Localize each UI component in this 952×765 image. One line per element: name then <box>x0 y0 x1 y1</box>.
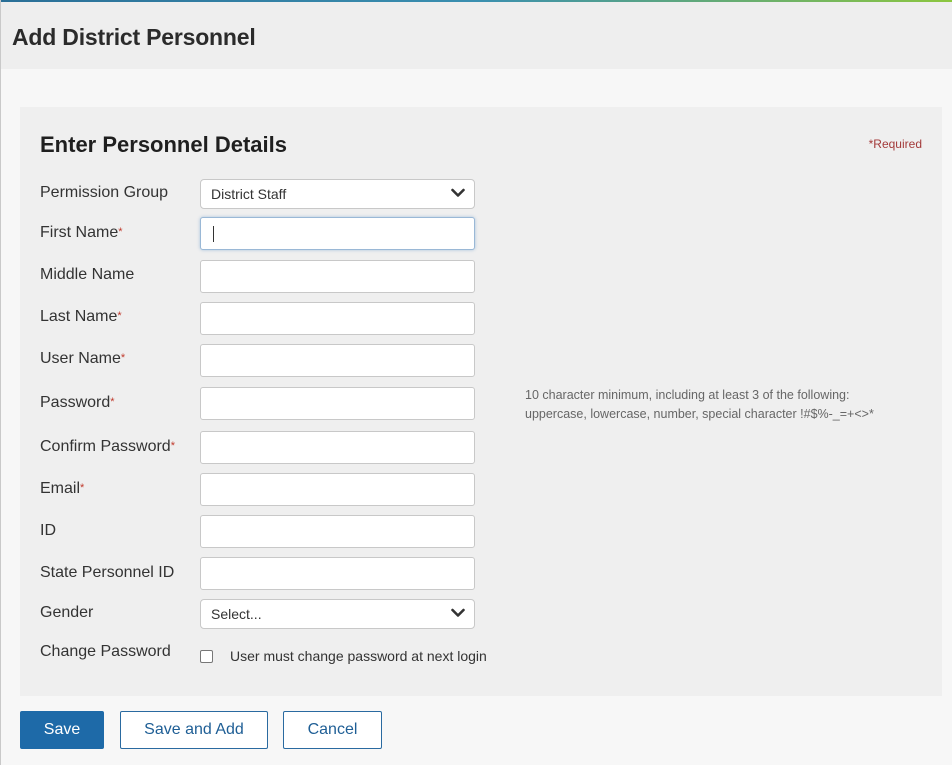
section-title: Enter Personnel Details <box>40 132 287 157</box>
last-name-label: Last Name* <box>40 308 122 326</box>
password-label: Password* <box>40 394 115 412</box>
confirm-password-label-text: Confirm Password <box>40 438 171 455</box>
first-name-label: First Name* <box>40 224 123 242</box>
permission-group-select[interactable]: District Staff <box>200 179 475 209</box>
change-password-label: Change Password <box>40 643 171 660</box>
middle-name-label: Middle Name <box>40 266 135 283</box>
middle-name-input[interactable] <box>200 260 475 293</box>
page-title: Add District Personnel <box>12 24 256 50</box>
confirm-password-label: Confirm Password* <box>40 438 175 456</box>
password-input[interactable] <box>200 387 475 420</box>
required-label: Required <box>873 137 922 151</box>
password-hint-line-2: uppercase, lowercase, number, special ch… <box>525 407 874 421</box>
change-password-checkbox[interactable] <box>200 650 213 663</box>
required-marker: * <box>170 440 175 452</box>
id-label: ID <box>40 522 56 539</box>
required-note: *Required <box>869 137 922 151</box>
last-name-input[interactable] <box>200 302 475 335</box>
save-and-add-button[interactable]: Save and Add <box>120 711 268 749</box>
user-name-label: User Name* <box>40 350 125 368</box>
first-name-input[interactable] <box>200 217 475 250</box>
state-personnel-id-label: State Personnel ID <box>40 564 175 581</box>
email-label: Email* <box>40 480 84 498</box>
id-input[interactable] <box>200 515 475 548</box>
required-marker: * <box>120 352 126 364</box>
chevron-down-icon <box>451 188 465 197</box>
gender-label: Gender <box>40 604 94 621</box>
confirm-password-input[interactable] <box>200 431 475 464</box>
user-name-input[interactable] <box>200 344 475 377</box>
required-marker: * <box>80 482 85 494</box>
required-marker: * <box>118 226 123 238</box>
state-personnel-id-input[interactable] <box>200 557 475 590</box>
chevron-down-icon <box>451 608 465 617</box>
first-name-label-text: First Name <box>40 224 119 241</box>
email-label-text: Email <box>40 480 81 497</box>
permission-group-label: Permission Group <box>40 184 169 201</box>
password-requirements-hint: 10 character minimum, including at least… <box>525 386 905 424</box>
page-header: Add District Personnel <box>1 2 952 69</box>
personnel-details-panel: Enter Personnel Details *Required Permis… <box>20 107 942 696</box>
password-hint-line-1: 10 character minimum, including at least… <box>525 388 850 402</box>
password-label-text: Password <box>40 394 111 411</box>
last-name-label-text: Last Name <box>40 308 118 325</box>
cancel-button[interactable]: Cancel <box>283 711 382 749</box>
gender-value: Select... <box>211 606 262 622</box>
change-password-checkbox-label[interactable]: User must change password at next login <box>230 648 487 664</box>
permission-group-value: District Staff <box>211 186 287 202</box>
text-caret <box>213 226 214 242</box>
window-left-border <box>0 0 1 765</box>
user-name-label-text: User Name <box>40 350 121 367</box>
save-button[interactable]: Save <box>20 711 104 749</box>
required-marker: * <box>117 310 122 322</box>
email-input[interactable] <box>200 473 475 506</box>
gender-select[interactable]: Select... <box>200 599 475 629</box>
required-marker: * <box>110 396 115 408</box>
